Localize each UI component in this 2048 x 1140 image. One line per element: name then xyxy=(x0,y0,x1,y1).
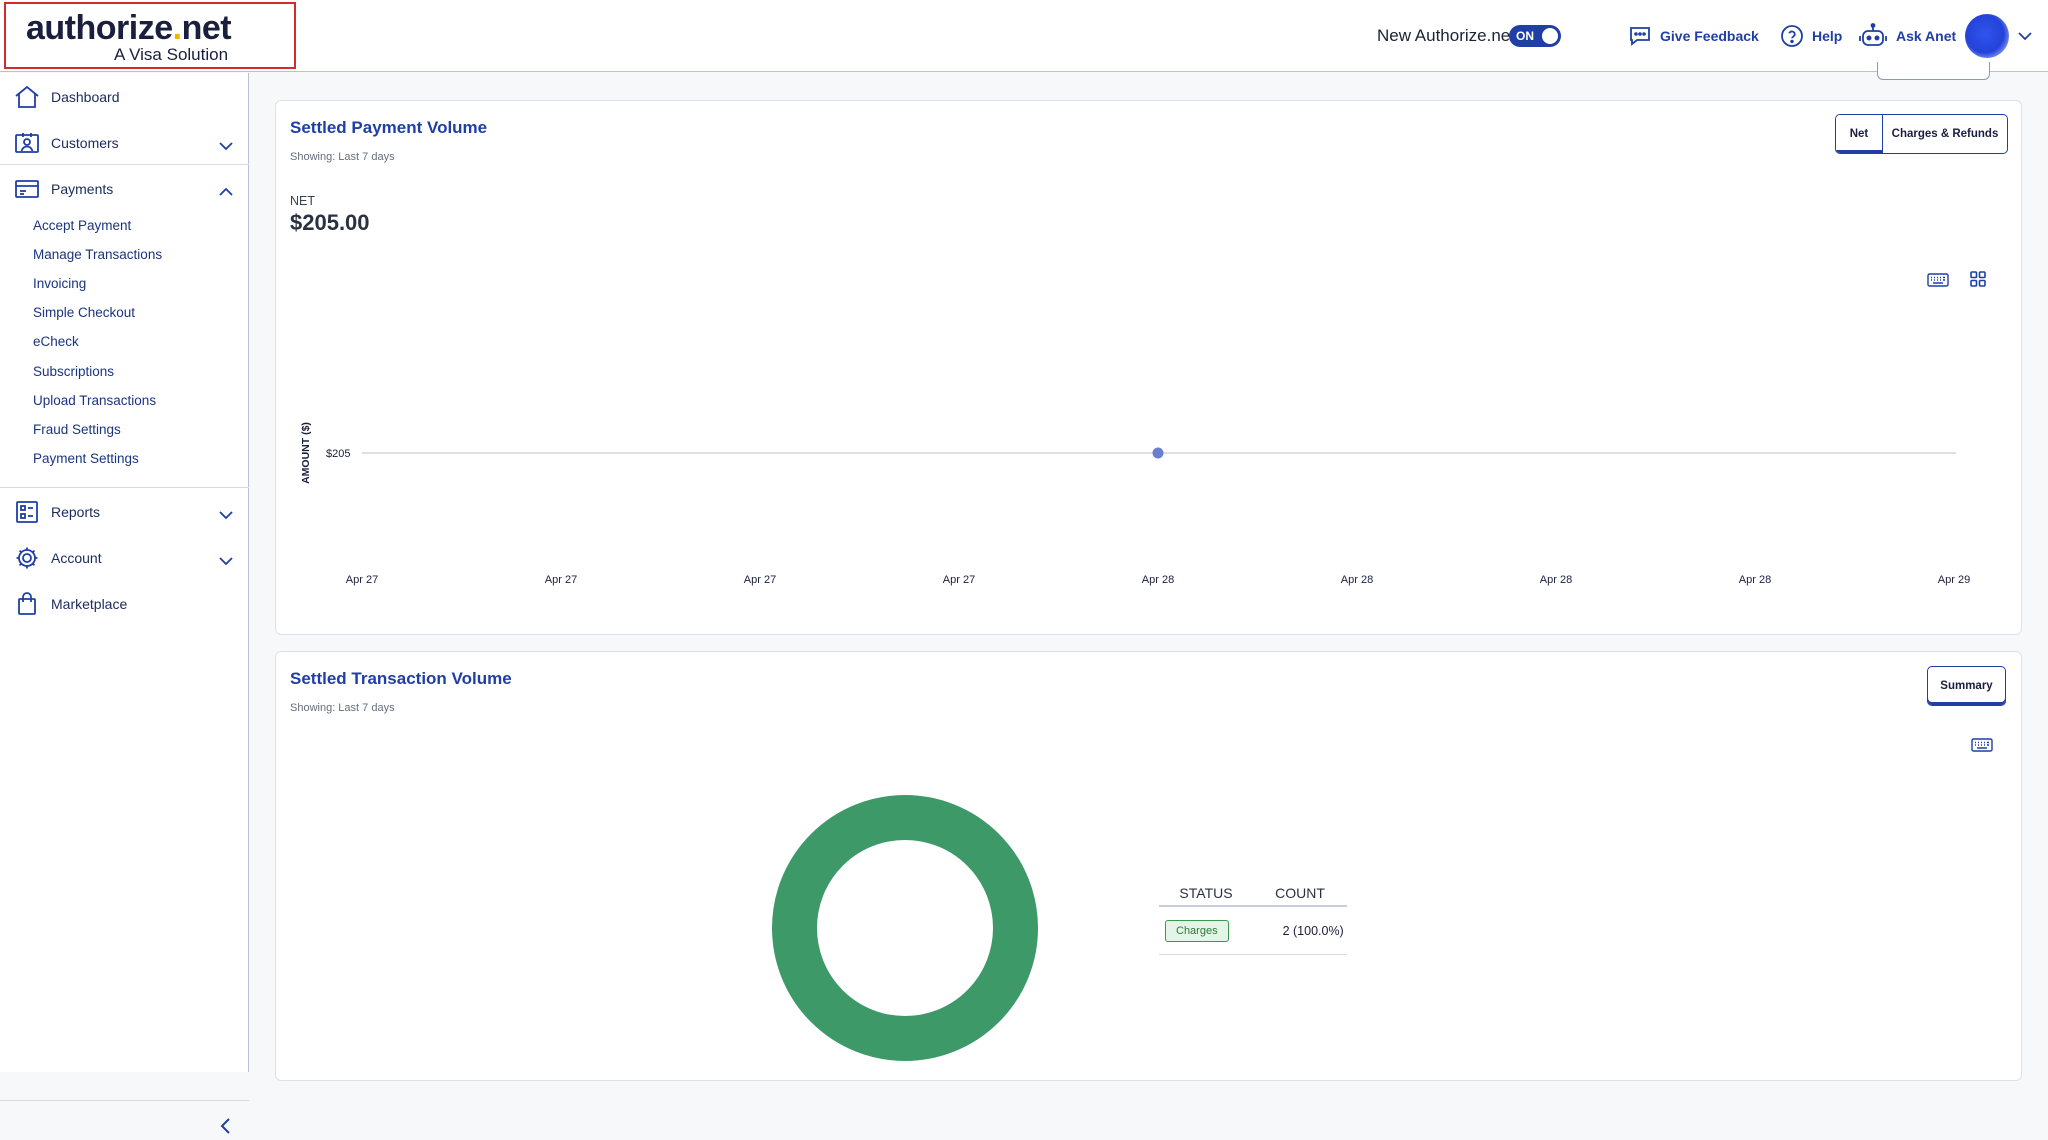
x-tick-label: Apr 27 xyxy=(943,574,975,586)
shopping-bag-icon xyxy=(14,592,40,619)
payment-volume-line-chart: AMOUNT ($) $205 Apr 27 Apr 27 Apr 27 Apr 27 Ap… xyxy=(300,422,1970,586)
count-value: 2 (100.0%) xyxy=(1282,923,1344,938)
nav-separator xyxy=(0,487,249,488)
table-header: STATUS COUNT xyxy=(1159,885,1347,907)
donut-slice xyxy=(772,795,1038,1061)
sidebar-item-marketplace[interactable]: Marketplace xyxy=(0,582,249,626)
help-label: Help xyxy=(1812,28,1843,44)
give-feedback-label: Give Feedback xyxy=(1660,28,1759,44)
data-point xyxy=(1152,447,1164,459)
chevron-down-icon xyxy=(219,138,233,154)
sidebar-footer-separator xyxy=(0,1100,249,1101)
toggle-knob xyxy=(1542,28,1558,44)
subnav-fraud-settings[interactable]: Fraud Settings xyxy=(33,422,121,437)
chevron-left-icon[interactable] xyxy=(219,1117,233,1140)
column-header-count: COUNT xyxy=(1275,885,1325,901)
help-link[interactable]: Help xyxy=(1780,22,1842,50)
sidebar-item-label: Customers xyxy=(51,135,119,151)
sidebar-item-label: Account xyxy=(51,550,102,566)
subnav-subscriptions[interactable]: Subscriptions xyxy=(33,364,114,379)
sidebar-item-customers[interactable]: Customers xyxy=(0,121,249,165)
logo-tagline: A Visa Solution xyxy=(114,45,229,64)
chevron-down-icon xyxy=(219,507,233,523)
nav-separator xyxy=(0,164,249,165)
transaction-volume-donut-chart xyxy=(772,795,1038,1061)
toggle-state-text: ON xyxy=(1516,29,1534,43)
ask-anet-link[interactable]: Ask Anet xyxy=(1858,22,1956,50)
sidebar-item-label: Reports xyxy=(51,504,101,520)
reports-icon xyxy=(14,500,40,527)
card-subtitle: Showing: Last 7 days xyxy=(290,702,395,714)
brand-logo[interactable]: authorize.net A Visa Solution xyxy=(4,2,296,69)
subnav-manage-transactions[interactable]: Manage Transactions xyxy=(33,247,162,262)
gear-icon xyxy=(14,546,40,573)
sidebar-item-label: Marketplace xyxy=(51,596,128,612)
x-tick-label: Apr 27 xyxy=(744,574,776,586)
give-feedback-link[interactable]: Give Feedback xyxy=(1628,22,1759,50)
x-tick-label: Apr 28 xyxy=(1540,574,1572,586)
home-icon xyxy=(14,85,40,112)
y-tick-label: $205 xyxy=(326,448,350,460)
y-axis-label: AMOUNT ($) xyxy=(300,422,312,484)
payment-card-icon xyxy=(14,177,40,204)
net-label: NET xyxy=(290,194,315,208)
ask-anet-label: Ask Anet xyxy=(1896,28,1957,44)
x-tick-label: Apr 28 xyxy=(1341,574,1373,586)
x-tick-label: Apr 28 xyxy=(1739,574,1771,586)
subnav-invoicing[interactable]: Invoicing xyxy=(33,276,86,291)
net-total-value: $205.00 xyxy=(290,210,370,235)
customer-card-icon xyxy=(14,131,40,158)
x-tick-label: Apr 28 xyxy=(1142,574,1174,586)
subnav-simple-checkout[interactable]: Simple Checkout xyxy=(33,305,135,320)
x-tick-label: Apr 27 xyxy=(545,574,577,586)
card-title: Settled Transaction Volume xyxy=(290,669,512,688)
chevron-down-icon[interactable] xyxy=(2017,28,2033,49)
x-tick-label: Apr 29 xyxy=(1938,574,1970,586)
scrolled-button-stub[interactable] xyxy=(1877,62,1990,80)
tab-charges-refunds[interactable]: Charges & Refunds xyxy=(1883,115,2007,153)
table-row: Charges 2 (100.0%) xyxy=(1159,907,1347,955)
card-subtitle: Showing: Last 7 days xyxy=(290,151,395,163)
transaction-volume-card: Settled Transaction Volume Showing: Last… xyxy=(275,651,2022,1081)
x-tick-label: Apr 27 xyxy=(346,574,378,586)
logo-wordmark: authorize.net xyxy=(26,9,232,47)
chat-bubble-icon xyxy=(1628,24,1652,48)
top-header: authorize.net A Visa Solution New Author… xyxy=(0,0,2048,72)
robot-icon xyxy=(1858,23,1888,49)
view-toggle-group: Net Charges & Refunds xyxy=(1835,114,2008,154)
tab-net[interactable]: Net xyxy=(1836,115,1883,153)
card-title: Settled Payment Volume xyxy=(290,118,488,137)
sidebar: Dashboard Customers Payments Accept Paym… xyxy=(0,73,249,1134)
summary-button[interactable]: Summary xyxy=(1928,667,2005,705)
subnav-upload-transactions[interactable]: Upload Transactions xyxy=(33,393,156,408)
help-icon xyxy=(1780,24,1804,48)
status-badge: Charges xyxy=(1165,919,1229,942)
sidebar-item-payments[interactable]: Payments xyxy=(0,167,249,211)
subnav-echeck[interactable]: eCheck xyxy=(33,334,79,349)
status-count-table: STATUS COUNT Charges 2 (100.0%) xyxy=(1159,885,1347,955)
grid-view-icon[interactable] xyxy=(1970,271,1986,292)
new-ui-toggle[interactable]: ON xyxy=(1509,25,1561,47)
subnav-payment-settings[interactable]: Payment Settings xyxy=(33,451,139,466)
new-ui-toggle-label: New Authorize.net xyxy=(1377,26,1515,45)
keyboard-icon[interactable] xyxy=(1927,273,1949,292)
keyboard-icon[interactable] xyxy=(1971,738,1993,757)
sidebar-item-dashboard[interactable]: Dashboard xyxy=(0,75,249,119)
sidebar-item-label: Dashboard xyxy=(51,89,120,105)
column-header-status: STATUS xyxy=(1179,885,1233,901)
chevron-up-icon xyxy=(219,184,233,200)
user-avatar[interactable] xyxy=(1965,14,2009,58)
subnav-accept-payment[interactable]: Accept Payment xyxy=(33,218,131,233)
summary-button-wrap: Summary xyxy=(1927,666,2006,706)
chevron-down-icon xyxy=(219,553,233,569)
sidebar-item-reports[interactable]: Reports xyxy=(0,490,249,534)
sidebar-item-account[interactable]: Account xyxy=(0,536,249,580)
sidebar-item-label: Payments xyxy=(51,181,114,197)
